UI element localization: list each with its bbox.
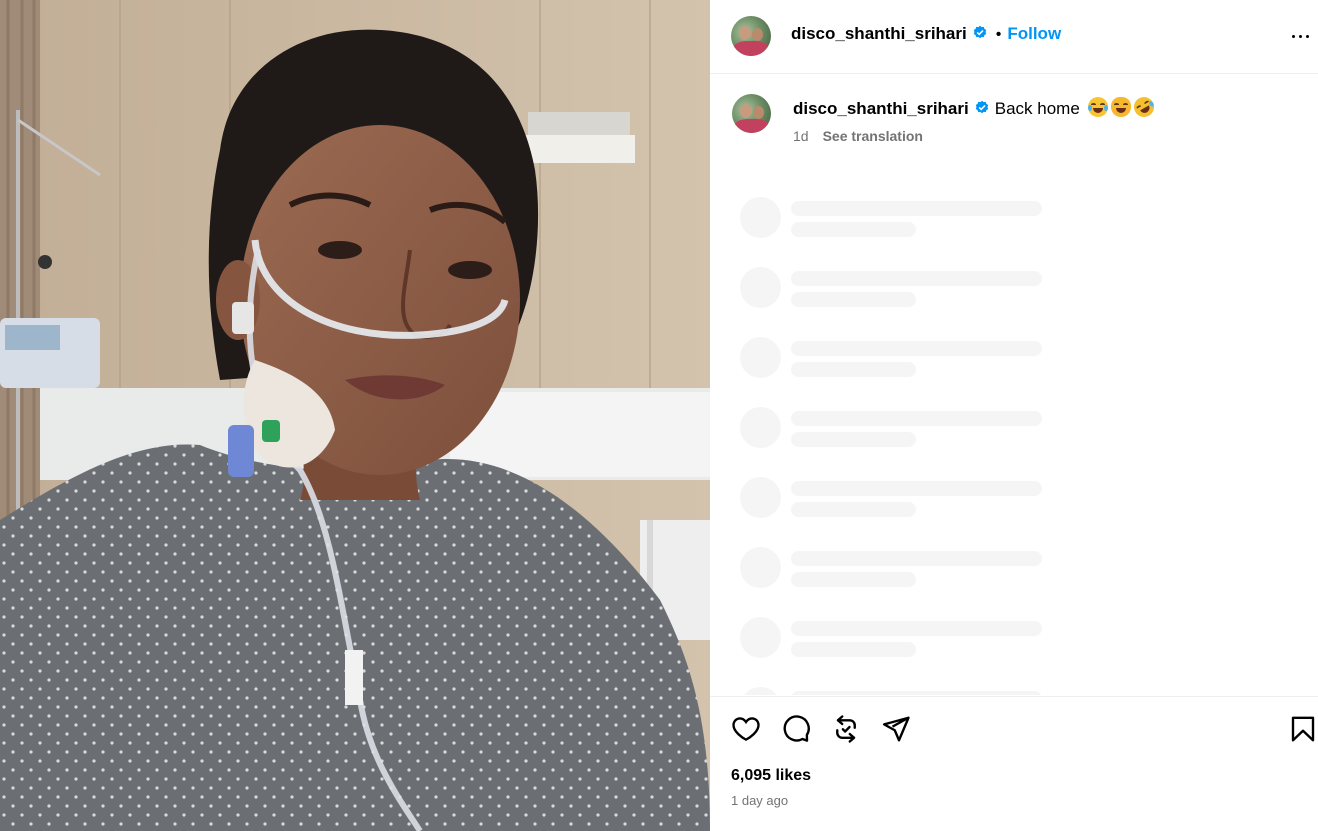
likes-count[interactable]: 6,095 likes [731, 767, 811, 785]
skeleton-row [710, 197, 1318, 247]
caption-meta: 1d See translation [793, 128, 923, 144]
heart-icon [732, 717, 760, 741]
separator-dot: • [995, 26, 1002, 43]
caption-line: disco_shanthi_srihari Back home [793, 93, 1158, 121]
like-button[interactable] [731, 714, 761, 744]
post-actions: 6,095 likes 1 day ago [710, 696, 1318, 831]
caption-avatar[interactable] [732, 94, 771, 133]
post-caption: disco_shanthi_srihari Back home 1d See tra… [710, 74, 1318, 174]
header-user: disco_shanthi_srihari • Follow [791, 24, 1061, 44]
share-icon [882, 716, 910, 742]
joy-emoji-icon [1087, 97, 1108, 117]
comments-loading-skeleton [710, 195, 1318, 695]
skeleton-row [710, 547, 1318, 597]
follow-button[interactable]: Follow [1007, 24, 1061, 43]
comment-icon [783, 715, 810, 742]
avatar[interactable] [731, 16, 771, 56]
rofl-emoji-icon [1129, 93, 1158, 121]
caption-text: Back home [994, 99, 1080, 118]
see-translation-link[interactable]: See translation [823, 128, 923, 144]
post-side-panel: disco_shanthi_srihari • Follow disco_shant… [710, 0, 1318, 831]
skeleton-row [710, 337, 1318, 387]
repost-icon [836, 715, 856, 743]
post-photo[interactable] [0, 0, 710, 831]
share-button[interactable] [881, 714, 911, 744]
caption-username-link[interactable]: disco_shanthi_srihari [793, 99, 969, 118]
post-time[interactable]: 1d [793, 128, 809, 144]
post-header: disco_shanthi_srihari • Follow [710, 0, 1318, 74]
cat-emoji-icon [1110, 97, 1131, 117]
username-link[interactable]: disco_shanthi_srihari [791, 24, 967, 43]
skeleton-row [710, 267, 1318, 317]
bookmark-icon [1291, 716, 1315, 742]
comment-button[interactable] [781, 714, 811, 744]
more-options-icon[interactable] [1290, 26, 1312, 46]
verified-badge-icon [973, 25, 986, 39]
skeleton-row [710, 477, 1318, 527]
skeleton-row [710, 407, 1318, 457]
verified-badge-icon [975, 100, 988, 114]
skeleton-row [710, 617, 1318, 667]
photo-illustration [0, 0, 710, 831]
repost-button[interactable] [831, 714, 861, 744]
post-date[interactable]: 1 day ago [731, 793, 788, 808]
save-button[interactable] [1288, 714, 1318, 744]
skeleton-row [710, 687, 1318, 695]
